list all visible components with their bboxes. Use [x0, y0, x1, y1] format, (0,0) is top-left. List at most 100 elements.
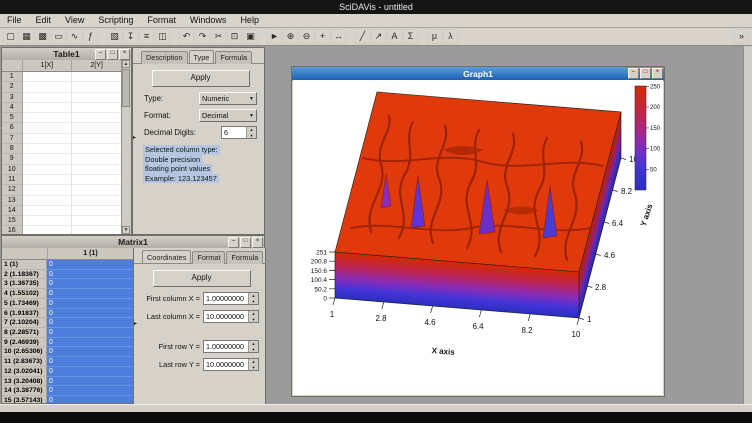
toolbar-overflow-button[interactable]: » [734, 29, 749, 44]
matrix-row-header[interactable]: 3 (1.36735) [2, 279, 47, 289]
menu-view[interactable]: View [58, 14, 91, 27]
spin-down-icon[interactable]: ▼ [249, 317, 258, 323]
copy-button[interactable]: ⊡ [227, 29, 242, 44]
table1-corner[interactable] [2, 60, 23, 71]
new-function-plot-button[interactable]: ƒ [83, 29, 98, 44]
table-cell[interactable] [23, 123, 73, 133]
table-cell[interactable] [72, 123, 122, 133]
scrollbar-thumb[interactable] [122, 69, 130, 107]
open-project-button[interactable]: ▧ [107, 29, 122, 44]
zoom-in-button[interactable]: ⊕ [283, 29, 298, 44]
spinner-arrows[interactable]: ▲ ▼ [246, 127, 256, 138]
table-cell[interactable] [72, 82, 122, 92]
matrix1-close-button[interactable]: × [252, 237, 263, 248]
spinner-arrows[interactable]: ▲▼ [248, 311, 258, 322]
row-number[interactable]: 2 [2, 82, 23, 92]
3d-surface-plot[interactable]: 1 2.8 4.6 6.4 8.2 10 X axis 1 2.8 [293, 80, 665, 397]
draw-line-button[interactable]: ╱ [355, 29, 370, 44]
table-cell[interactable] [72, 93, 122, 103]
select-range-button[interactable]: ↔ [331, 29, 346, 44]
table1-minimize-button[interactable]: – [95, 49, 106, 60]
draw-arrow-button[interactable]: ↗ [371, 29, 386, 44]
table-cell[interactable] [23, 206, 73, 216]
spin-down-icon[interactable]: ▼ [249, 365, 258, 371]
table-cell[interactable] [23, 185, 73, 195]
matrix-row-header[interactable]: 8 (2.28571) [2, 328, 47, 338]
add-equation-button[interactable]: Σ [403, 29, 418, 44]
matrix-cell[interactable]: 0 [47, 367, 133, 377]
spin-down-icon[interactable]: ▼ [249, 299, 258, 305]
spinner-arrows[interactable]: ▲▼ [248, 359, 258, 370]
row-number[interactable]: 8 [2, 144, 23, 154]
format-select[interactable]: Decimal ▼ [199, 109, 257, 122]
menu-file[interactable]: File [0, 14, 29, 27]
table-cell[interactable] [72, 185, 122, 195]
panel-collapse-icon[interactable]: ▸ [133, 132, 140, 144]
row-number[interactable]: 16 [2, 226, 23, 234]
matrix-row-header[interactable]: 12 (3.02041) [2, 367, 47, 377]
set-column-values-button[interactable]: λ [443, 29, 458, 44]
row-number[interactable]: 7 [2, 134, 23, 144]
spin-down-icon[interactable]: ▼ [247, 133, 256, 139]
table-cell[interactable] [72, 72, 122, 82]
matrix-row-header[interactable]: 7 (2.10204) [2, 318, 47, 328]
table-cell[interactable] [72, 103, 122, 113]
matrix-cell[interactable]: 0 [47, 260, 133, 270]
matrix-cell[interactable]: 0 [47, 289, 133, 299]
menu-edit[interactable]: Edit [29, 14, 59, 27]
coordinates-apply-button[interactable]: Apply [153, 270, 251, 287]
table-cell[interactable] [72, 165, 122, 175]
tab-type[interactable]: Type [189, 50, 215, 63]
tab-coordinates[interactable]: Coordinates [142, 250, 191, 263]
tab-description[interactable]: Description [141, 51, 188, 64]
matrix1-corner[interactable] [2, 248, 48, 259]
type-select[interactable]: Numeric ▼ [199, 92, 257, 105]
row-number[interactable]: 12 [2, 185, 23, 195]
table-cell[interactable] [72, 134, 122, 144]
first-row-y-spinbox[interactable]: 1.00000000 ▲▼ [203, 340, 259, 353]
matrix-cell[interactable]: 0 [47, 328, 133, 338]
matrix-row-header[interactable]: 9 (2.46939) [2, 338, 47, 348]
matrix-cell[interactable]: 0 [47, 309, 133, 319]
print-button[interactable]: ≡ [139, 29, 154, 44]
table1-close-button[interactable]: × [119, 49, 130, 60]
tab-formula[interactable]: Formula [226, 251, 263, 264]
matrix-row-header[interactable]: 14 (3.38776) [2, 386, 47, 396]
row-number[interactable]: 14 [2, 206, 23, 216]
table-cell[interactable] [72, 226, 122, 234]
matrix-cell[interactable]: 0 [47, 386, 133, 396]
tab-formula[interactable]: Formula [215, 51, 252, 64]
matrix-cell[interactable]: 0 [47, 270, 133, 280]
add-text-button[interactable]: A [387, 29, 402, 44]
pointer-tool-button[interactable]: ► [267, 29, 282, 44]
matrix-row-header[interactable]: 11 (2.83673) [2, 357, 47, 367]
matrix1-minimize-button[interactable]: – [228, 237, 239, 248]
matrix-cell[interactable]: 0 [47, 279, 133, 289]
graph1-titlebar[interactable]: Graph1 – □ × [292, 67, 664, 81]
row-number[interactable]: 3 [2, 93, 23, 103]
last-row-y-spinbox[interactable]: 10.0000000 ▲▼ [203, 358, 259, 371]
matrix-cell[interactable]: 0 [47, 357, 133, 367]
row-number[interactable]: 4 [2, 103, 23, 113]
table-cell[interactable] [72, 196, 122, 206]
workspace-scrollbar[interactable] [743, 46, 752, 404]
undo-button[interactable]: ↶ [179, 29, 194, 44]
matrix-cell[interactable]: 0 [47, 318, 133, 328]
graph1-maximize-button[interactable]: □ [640, 68, 651, 79]
table-cell[interactable] [72, 144, 122, 154]
table-cell[interactable] [72, 206, 122, 216]
new-graph-button[interactable]: ∿ [67, 29, 82, 44]
graph1-close-button[interactable]: × [652, 68, 663, 79]
table-cell[interactable] [23, 93, 73, 103]
table-cell[interactable] [23, 196, 73, 206]
matrix-cell[interactable]: 0 [47, 347, 133, 357]
menu-help[interactable]: Help [233, 14, 266, 27]
table-cell[interactable] [23, 113, 73, 123]
graph1-minimize-button[interactable]: – [628, 68, 639, 79]
digits-spinbox[interactable]: 6 ▲ ▼ [221, 126, 257, 139]
table-cell[interactable] [23, 103, 73, 113]
row-number[interactable]: 15 [2, 216, 23, 226]
table1-vertical-scrollbar[interactable]: ▲ ▼ [121, 60, 131, 234]
row-number[interactable]: 13 [2, 196, 23, 206]
table-cell[interactable] [23, 175, 73, 185]
